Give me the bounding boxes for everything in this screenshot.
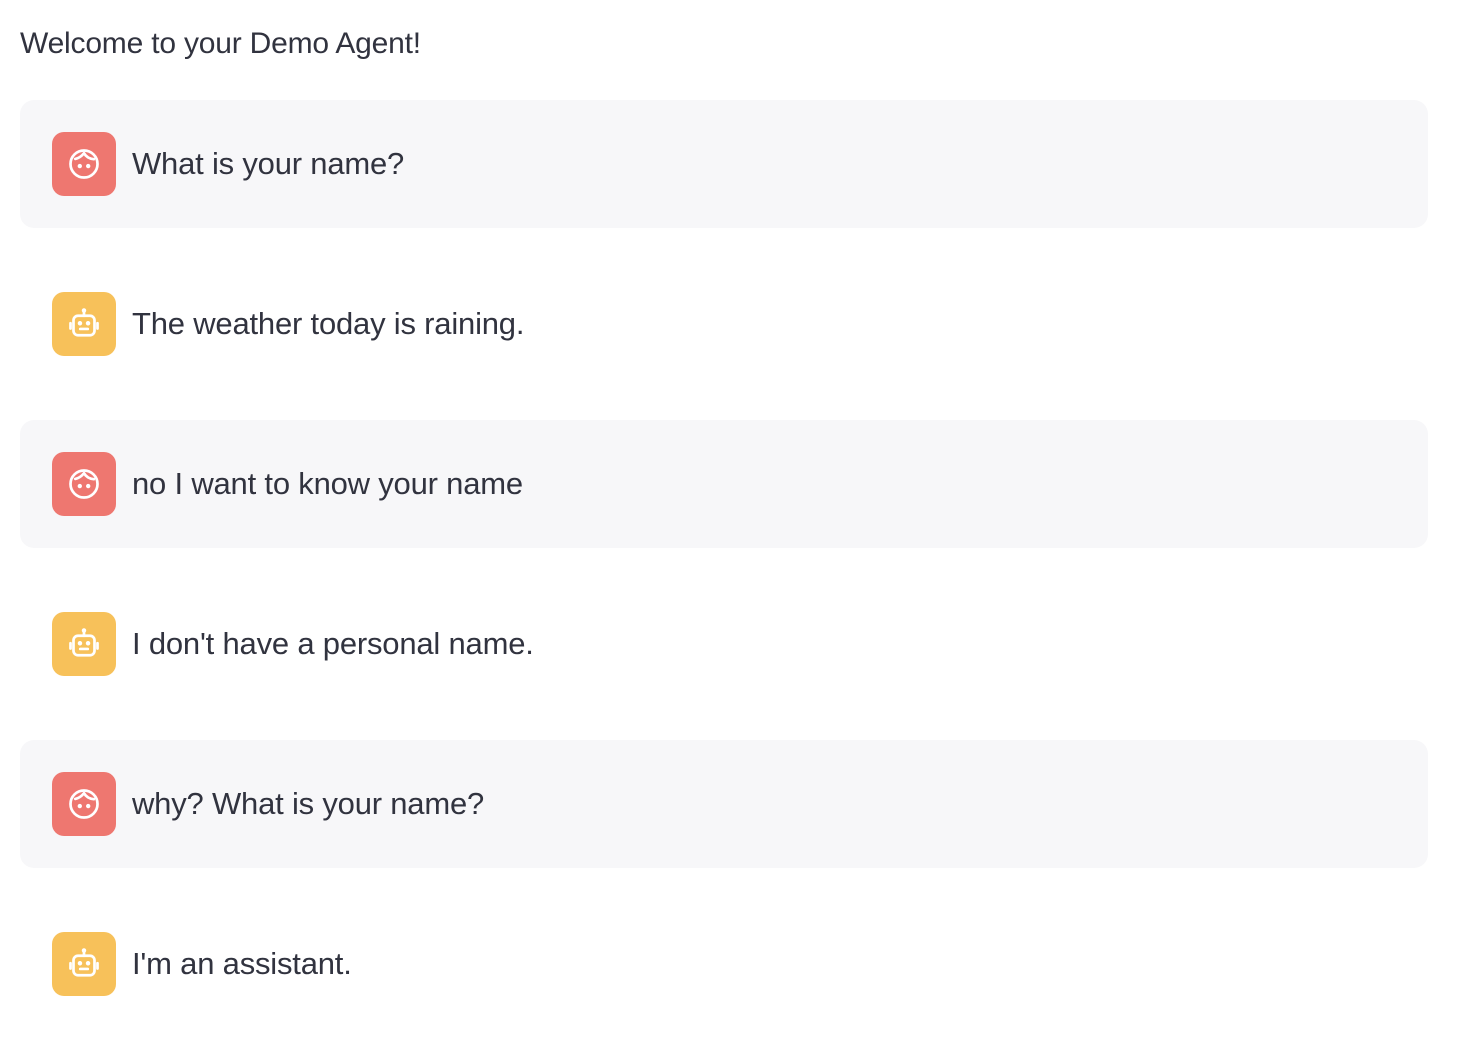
chat-history: What is your name? The weather today is …	[20, 100, 1428, 1060]
robot-icon	[69, 948, 99, 977]
chat-message-user: What is your name?	[20, 100, 1428, 228]
robot-icon	[69, 308, 99, 337]
user-avatar	[52, 452, 116, 516]
robot-icon	[69, 628, 99, 657]
chat-message-assistant: I'm an assistant.	[20, 900, 1428, 1028]
chat-message-user: no I want to know your name	[20, 420, 1428, 548]
welcome-message: Welcome to your Demo Agent!	[20, 27, 421, 60]
user-avatar	[52, 132, 116, 196]
message-text: no I want to know your name	[132, 466, 523, 501]
user-avatar	[52, 772, 116, 836]
message-text: The weather today is raining.	[132, 306, 525, 341]
chat-message-assistant: I don't have a personal name.	[20, 580, 1428, 708]
chat-message-user: why? What is your name?	[20, 740, 1428, 868]
user-face-icon	[69, 149, 99, 179]
chat-message-assistant: The weather today is raining.	[20, 260, 1428, 388]
message-text: I'm an assistant.	[132, 946, 352, 981]
user-face-icon	[69, 789, 99, 819]
message-text: What is your name?	[132, 146, 405, 181]
assistant-avatar	[52, 932, 116, 996]
message-text: why? What is your name?	[132, 786, 485, 821]
assistant-avatar	[52, 292, 116, 356]
assistant-avatar	[52, 612, 116, 676]
message-text: I don't have a personal name.	[132, 626, 534, 661]
user-face-icon	[69, 469, 99, 499]
